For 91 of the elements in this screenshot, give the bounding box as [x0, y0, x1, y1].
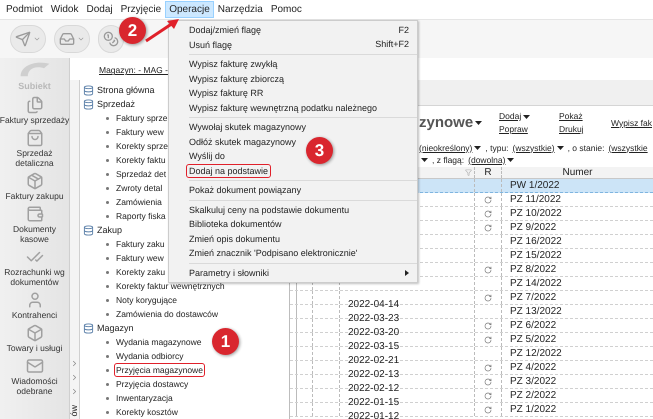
tree-item[interactable]: Faktury wew	[114, 251, 166, 265]
number-cell-text: PZ 2/2022	[509, 389, 558, 402]
menu-item[interactable]: Wypisz fakturę zbiorczą	[186, 72, 287, 86]
menu-item[interactable]: Wywołaj skutek magazynowy	[186, 120, 309, 134]
sidebar-item[interactable]: Towary i usługi	[0, 324, 70, 353]
menu-bar-item[interactable]: Narzędzia	[214, 1, 267, 18]
tree-section[interactable]: Zakup	[97, 224, 122, 236]
tree-item[interactable]: Korekty faktu	[114, 153, 168, 167]
menu-bar-item[interactable]: Dodaj	[82, 1, 117, 18]
tree-item[interactable]: Zamówienia do dostawców	[114, 307, 220, 321]
column-header[interactable]: R	[475, 167, 502, 178]
tree-item[interactable]: Faktury wew	[114, 125, 166, 139]
number-cell-text: PZ 11/2022	[509, 193, 562, 206]
number-cell-text: PZ 4/2022	[509, 361, 558, 374]
sidebar-item[interactable]: Wiadomości odebrane	[0, 357, 70, 396]
number-cell-text: PZ 1/2022	[509, 403, 558, 416]
tree-item[interactable]: Wydania odbiorcy	[114, 349, 186, 363]
number-cell-text: PZ 12/2022	[509, 347, 563, 360]
number-cell-text: PZ 14/2022	[509, 277, 563, 290]
shortcut-label: F2	[398, 24, 409, 36]
number-cell-text: PZ 3/2022	[509, 375, 558, 388]
location-link[interactable]: Magazyn: - MAG -	[99, 64, 168, 80]
menu-item[interactable]: Wypisz fakturę wewnętrzną podatku należnego	[186, 100, 380, 115]
filter-link[interactable]: (wszystkie	[608, 142, 648, 154]
sidebar-item[interactable]: Faktury zakupu	[0, 172, 70, 201]
sidebar-item[interactable]: Kontrahenci	[0, 291, 70, 320]
action-link[interactable]: Drukuj	[559, 123, 611, 136]
number-cell-text: PZ 6/2022	[509, 319, 558, 332]
table-row[interactable]: 2022-04-14 PZ 7/2022	[290, 291, 653, 305]
number-cell-text: PZ 5/2022	[509, 333, 558, 346]
menu-bar-item[interactable]: Przyjęcie	[116, 1, 166, 18]
action-link[interactable]: Popraw	[499, 123, 559, 136]
menu-bar-item[interactable]: Pomoc	[266, 1, 306, 18]
menu-bar-item[interactable]: Podmiot	[2, 1, 47, 18]
number-cell-text: PZ 8/2022	[509, 263, 558, 276]
tree-item[interactable]: Faktury zaku	[114, 237, 167, 251]
number-cell-text: PZ 9/2022	[509, 221, 558, 234]
menu-item[interactable]: Biblioteka dokumentów	[186, 217, 285, 232]
menu-item[interactable]: Usuń flagę	[186, 38, 236, 52]
action-link[interactable]: Wypisz fak	[611, 116, 652, 130]
number-cell-text: PZ 16/2022	[509, 235, 563, 248]
tree-item[interactable]: Przyjęcia dostawcy	[114, 377, 190, 391]
number-cell-text: PZ 7/2022	[509, 291, 558, 304]
filter-link[interactable]: (dowolna)	[468, 154, 514, 166]
menu-item[interactable]: Dodaj na podstawie	[186, 164, 272, 178]
tree-item[interactable]: Korekty zaku	[114, 265, 168, 279]
step-badge: 1	[212, 328, 239, 355]
menu-item[interactable]: Parametry i słowniki	[186, 266, 272, 280]
tree-item[interactable]: Zamówienia	[114, 195, 164, 209]
tree-item[interactable]: Korekty kosztów	[114, 405, 180, 419]
menu-item[interactable]: Wypisz fakturę zwykłą	[186, 57, 280, 72]
sidebar-item[interactable]: Sprzedaż detaliczna	[0, 129, 70, 168]
menu-item[interactable]: Odłóż skutek magazynowy	[186, 134, 300, 149]
filter-link[interactable]: (wszystkie)	[512, 142, 564, 154]
tree-item[interactable]: Sprzedaż det	[114, 167, 168, 181]
shortcut-label: Shift+F2	[375, 38, 409, 51]
tree-item[interactable]: Przyjęcia magazynowe	[114, 363, 205, 377]
action-link[interactable]: Dodaj	[499, 110, 559, 123]
date-cell: 2022-01-12	[348, 411, 400, 419]
number-cell-text: PZ 10/2022	[509, 207, 563, 220]
tree-item[interactable]: Inwentaryzacja	[114, 391, 175, 405]
menu-bar-item[interactable]: Widok	[46, 1, 82, 18]
tree-item[interactable]: Raporty fiska	[114, 209, 168, 223]
sidebar-item[interactable]: Rozrachunki wg dokumentów	[0, 248, 70, 287]
action-link[interactable]: Pokaż	[559, 110, 611, 123]
menu-item[interactable]: Zmień opis dokumentu	[186, 232, 284, 246]
filter-label: , o stanie:	[568, 142, 604, 154]
tree-item[interactable]: Korekty sprze	[114, 139, 170, 153]
menu-item[interactable]: Wyślij do	[186, 149, 228, 164]
page-title: zynowe	[419, 112, 499, 134]
filter-link[interactable]: (nieokreślony)	[419, 142, 482, 154]
number-cell-text: PZ 13/2022	[509, 305, 563, 318]
menu-item[interactable]: Dodaj/zmień flagę	[186, 23, 264, 38]
tree-item[interactable]: Noty korygujące	[114, 293, 179, 307]
number-cell-text: PZ 15/2022	[509, 249, 563, 262]
number-cell-text: PW 1/2022	[509, 179, 560, 192]
strip-label: ów	[68, 405, 80, 417]
tree-item[interactable]: Zwroty detal	[114, 181, 164, 195]
tree-section[interactable]: Sprzedaż	[97, 98, 136, 110]
sidebar-item[interactable]: Faktury sprzedaży	[0, 96, 70, 125]
tree-section[interactable]: Strona główna	[97, 84, 155, 96]
filter-label: , typu:	[485, 142, 509, 154]
menu-bar-item[interactable]: Operacje	[165, 1, 214, 18]
tree-item[interactable]: Faktury sprze	[114, 111, 170, 125]
tree-item[interactable]: Korekty faktur wewnętrznych	[114, 279, 227, 293]
filter-label: , z flagą:	[432, 154, 464, 166]
tree-item[interactable]: Wydania magazynowe	[114, 335, 204, 349]
tree-section[interactable]: Magazyn	[97, 322, 134, 334]
sidebar-item[interactable]: Dokumenty kasowe	[0, 205, 70, 244]
column-header[interactable]: Numer	[502, 167, 653, 178]
menu-item[interactable]: Wypisz fakturę RR	[186, 86, 266, 100]
